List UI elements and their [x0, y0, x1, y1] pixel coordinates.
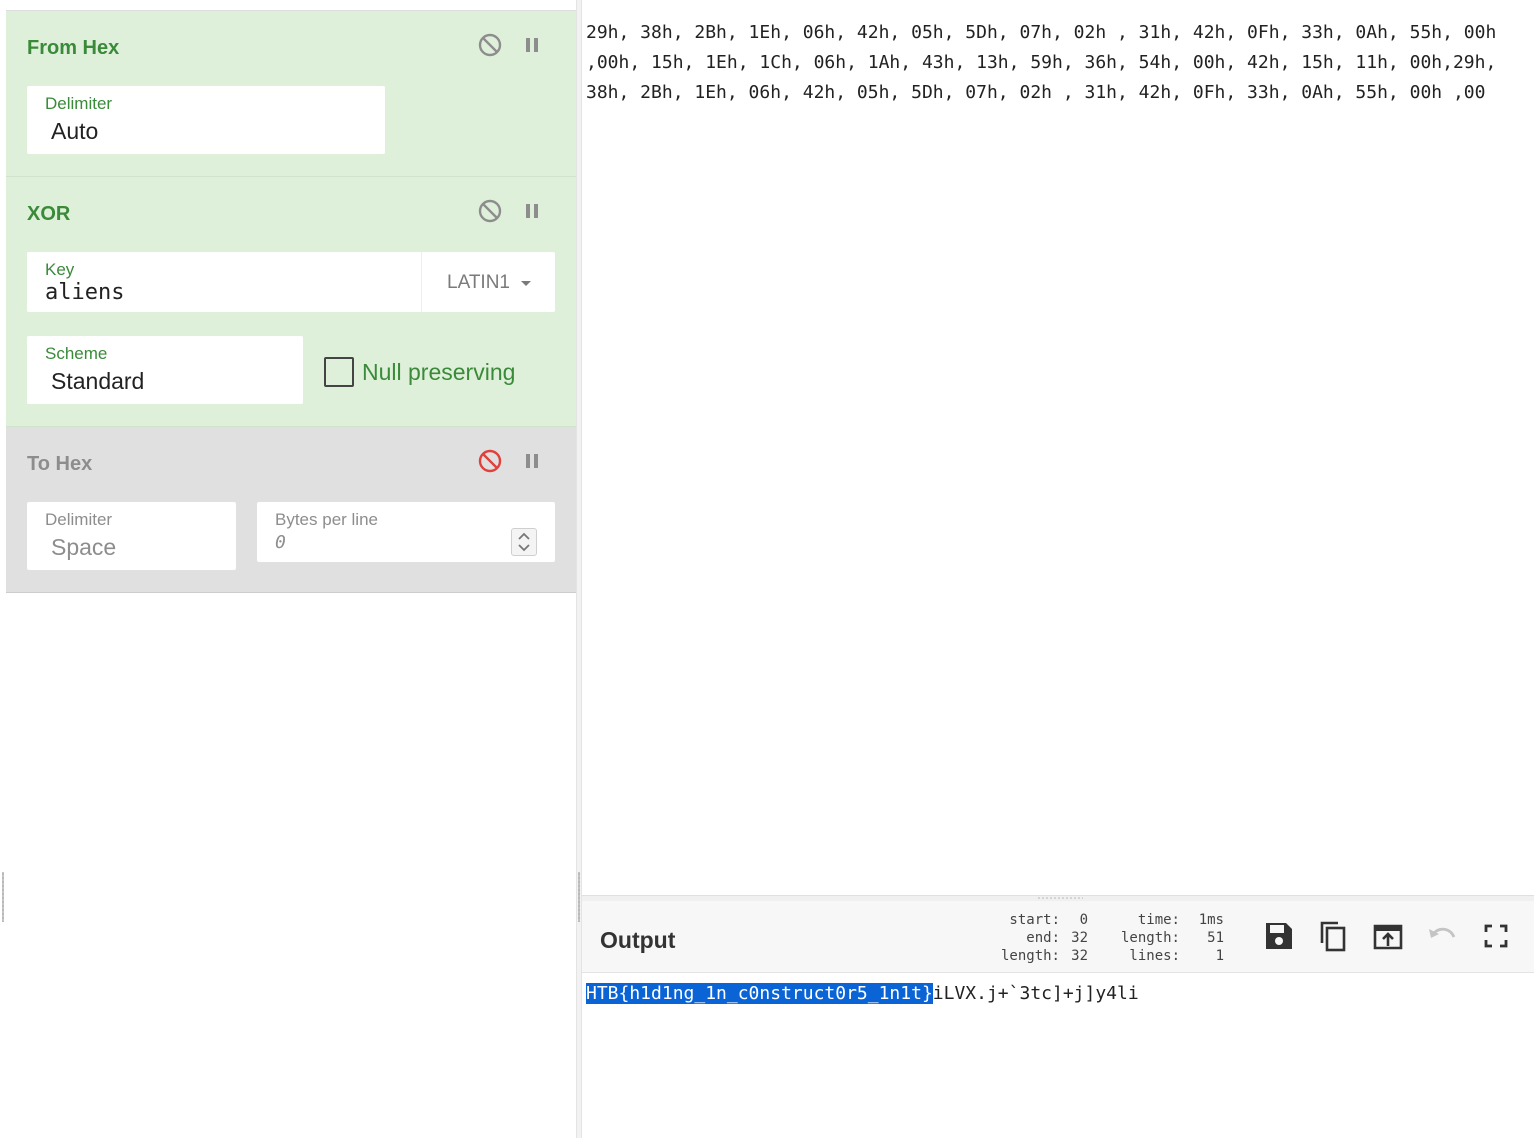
disable-icon[interactable] [477, 32, 503, 58]
key-label: Key [45, 260, 75, 279]
recipe-panel: From Hex Delimiter Auto XOR Key aliens L… [6, 0, 576, 1138]
caret-down-icon [520, 272, 532, 294]
null-preserving-label[interactable]: Null preserving [362, 359, 515, 386]
operation-from-hex[interactable]: From Hex Delimiter Auto [6, 11, 576, 177]
selection-stat-labels: start: end: length: [992, 911, 1060, 965]
bytes-per-line-value: 0 [275, 532, 286, 553]
scheme-value: Standard [51, 368, 145, 394]
length-label: length: [1120, 930, 1180, 946]
lines-value: 1 [1215, 948, 1224, 964]
delimiter-field[interactable]: Delimiter Auto [27, 86, 385, 154]
selection-stat-values: 0 32 32 [1060, 911, 1088, 965]
input-pane[interactable]: 29h, 38h, 2Bh, 1Eh, 06h, 42h, 05h, 5Dh, … [582, 0, 1534, 895]
maximise-output-button[interactable] [1479, 919, 1513, 953]
save-icon [1266, 923, 1292, 949]
delimiter-value: Space [51, 534, 117, 560]
lines-label: lines: [1129, 948, 1180, 964]
io-resize-grip[interactable] [1037, 897, 1083, 899]
end-value: 32 [1071, 930, 1088, 946]
delimiter-value: Auto [51, 118, 99, 144]
replace-input-button[interactable] [1371, 919, 1405, 953]
replace-input-icon [1373, 924, 1403, 950]
copy-output-button[interactable] [1316, 919, 1350, 953]
start-label: start: [1009, 912, 1060, 928]
key-encoding-divider [421, 252, 422, 312]
scheme-label: Scheme [45, 344, 108, 363]
output-remaining-text[interactable]: iLVX.j+`3tc]+j]y4li [933, 983, 1139, 1004]
start-value: 0 [1079, 912, 1088, 928]
selection-length-label: length: [1000, 948, 1060, 964]
left-resize-grip[interactable] [2, 872, 4, 922]
null-preserving-checkbox[interactable] [324, 357, 354, 387]
output-selected-text[interactable]: HTB{h1d1ng_1n_c0nstruct0r5_1n1t} [586, 983, 933, 1004]
end-label: end: [1026, 930, 1060, 946]
column-resize-grip[interactable] [578, 872, 580, 922]
key-field[interactable]: Key aliens LATIN1 [27, 252, 555, 312]
bytes-per-line-label: Bytes per line [275, 510, 378, 529]
operation-to-hex[interactable]: To Hex Delimiter Space Bytes per line 0 [6, 427, 576, 593]
time-label: time: [1137, 912, 1180, 928]
time-value: 1ms [1198, 912, 1224, 928]
save-output-button[interactable] [1262, 919, 1296, 953]
delimiter-label: Delimiter [45, 94, 113, 113]
pause-icon[interactable] [519, 32, 545, 58]
stepper-arrows-icon [518, 532, 530, 552]
disable-icon[interactable] [477, 198, 503, 224]
maximise-icon [1484, 924, 1508, 948]
copy-icon [1320, 921, 1346, 952]
delimiter-label: Delimiter [45, 510, 113, 529]
selection-length-value: 32 [1071, 948, 1088, 964]
length-value: 51 [1207, 930, 1224, 946]
key-encoding-value: LATIN1 [447, 272, 511, 294]
undo-button[interactable] [1425, 919, 1459, 953]
output-pane[interactable]: HTB{h1d1ng_1n_c0nstruct0r5_1n1t}iLVX.j+`… [582, 974, 1534, 1138]
operation-title: To Hex [27, 453, 93, 475]
input-textarea[interactable]: 29h, 38h, 2Bh, 1Eh, 06h, 42h, 05h, 5Dh, … [586, 18, 1516, 108]
operation-title: From Hex [27, 37, 120, 59]
bytes-per-line-field[interactable]: Bytes per line 0 [257, 502, 555, 562]
scheme-field[interactable]: Scheme Standard [27, 336, 303, 404]
output-stat-labels: time: length: lines: [1108, 911, 1180, 965]
pause-icon[interactable] [519, 198, 545, 224]
number-stepper[interactable] [511, 528, 537, 556]
disable-icon[interactable] [477, 448, 503, 474]
undo-icon [1429, 927, 1456, 938]
pause-icon[interactable] [519, 448, 545, 474]
output-stat-values: 1ms 51 1 [1186, 911, 1224, 965]
output-text[interactable]: HTB{h1d1ng_1n_c0nstruct0r5_1n1t}iLVX.j+`… [586, 982, 1139, 1006]
output-title: Output [600, 927, 676, 953]
output-header: Output start: end: length: 0 32 32 time:… [582, 901, 1534, 973]
key-value: aliens [45, 280, 125, 305]
key-encoding-dropdown[interactable]: LATIN1 [447, 272, 532, 294]
delimiter-field[interactable]: Delimiter Space [27, 502, 236, 570]
operation-xor[interactable]: XOR Key aliens LATIN1 Scheme Standard Nu… [6, 177, 576, 427]
operation-title: XOR [27, 203, 71, 225]
